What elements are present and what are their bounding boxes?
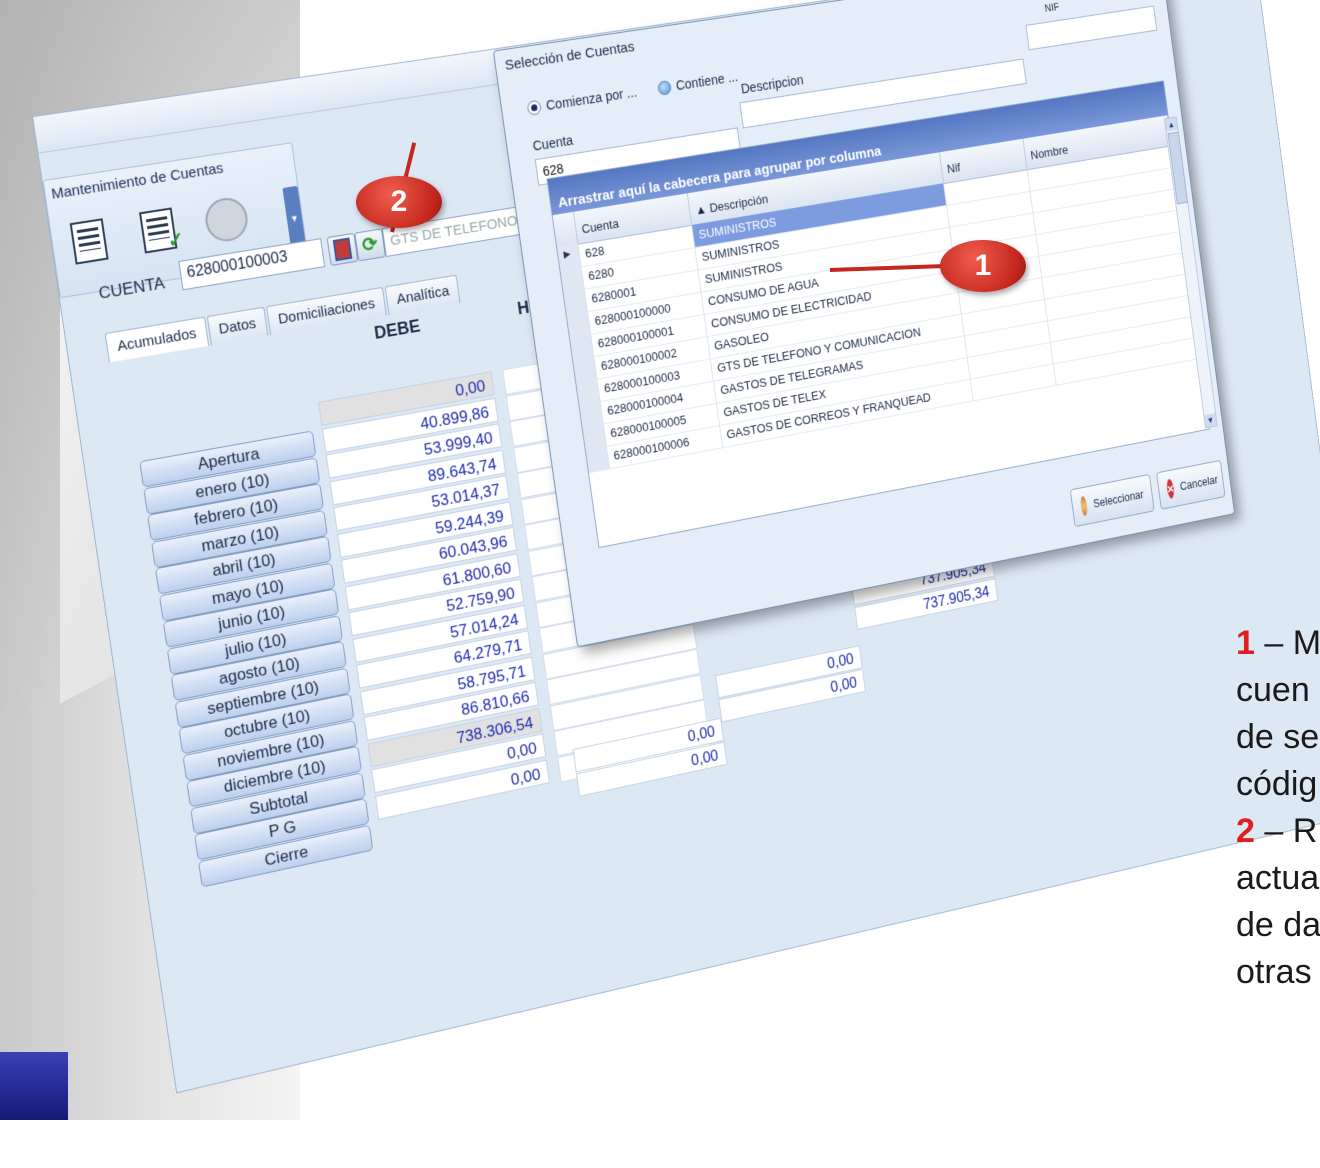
note-line-2: cuen	[1236, 667, 1320, 714]
scroll-up-icon[interactable]: ▲	[1165, 117, 1178, 131]
descripcion-field-label: Descripcion	[740, 72, 804, 96]
hand-icon	[1080, 496, 1089, 517]
checked-document-button[interactable]	[133, 205, 183, 257]
account-book-button[interactable]	[327, 233, 359, 266]
ribbon-title: Mantenimiento de Cuentas	[50, 160, 224, 203]
note-number-2: 2	[1236, 812, 1255, 850]
radio-contiene-label: Contiene ...	[675, 69, 739, 93]
tab-analitica[interactable]: Analítica	[385, 274, 461, 315]
note-line-7: de da	[1236, 902, 1320, 949]
nif-field-label: NIF	[1044, 2, 1060, 15]
note-text-1: – M	[1255, 624, 1320, 662]
note-text-5: – R	[1255, 812, 1317, 850]
debe-header: DEBE	[373, 316, 422, 344]
callout-badge-1: 1	[940, 240, 1026, 292]
document-check-icon	[139, 207, 177, 253]
refresh-icon: ⟳	[361, 234, 379, 256]
radio-comienza-por[interactable]: Comienza por ...	[526, 84, 637, 116]
radio-selected-icon	[526, 99, 541, 115]
note-line-8: otras	[1236, 949, 1320, 996]
user-icon	[203, 195, 251, 244]
refresh-button[interactable]: ⟳	[354, 228, 386, 261]
cancelar-label: Cancelar	[1179, 473, 1218, 493]
row-indicator	[586, 446, 610, 472]
cancelar-button[interactable]: × Cancelar	[1156, 460, 1225, 510]
note-line-4: códig	[1236, 761, 1320, 808]
note-number-1: 1	[1236, 624, 1255, 662]
note-line-6: actua	[1236, 855, 1320, 902]
cuenta-field-label: Cuenta	[532, 132, 574, 153]
tab-domiciliaciones[interactable]: Domiciliaciones	[266, 287, 387, 335]
application-screenshot: Mantenimiento de Cuentas ▾ CUENTA 628000…	[26, 0, 1314, 1168]
document-list-icon	[70, 218, 109, 264]
radio-contiene[interactable]: Contiene ...	[657, 69, 739, 96]
seleccionar-label: Seleccionar	[1093, 488, 1145, 510]
callout-badge-2: 2	[356, 176, 442, 228]
note-line-1: 1 – M	[1236, 620, 1320, 667]
tab-acumulados[interactable]: Acumulados	[105, 317, 209, 363]
radio-comienza-label: Comienza por ...	[545, 84, 638, 113]
scroll-down-icon[interactable]: ▼	[1204, 413, 1217, 427]
header-descripcion-label: Descripción	[709, 192, 769, 215]
search-mode-radios: Comienza por ... Contiene ...	[526, 69, 738, 116]
user-button[interactable]	[202, 194, 252, 245]
explanation-note: 1 – M cuen de se códig 2 – R actua de da…	[1236, 620, 1320, 996]
tab-datos[interactable]: Datos	[206, 307, 268, 346]
cancel-icon: ×	[1166, 478, 1175, 499]
list-document-button[interactable]	[64, 215, 115, 267]
book-icon	[333, 237, 353, 261]
slide-blue-block	[0, 1052, 68, 1120]
seleccionar-button[interactable]: Seleccionar	[1070, 474, 1155, 527]
note-line-5: 2 – R	[1236, 808, 1320, 855]
note-line-3: de se	[1236, 714, 1320, 761]
radio-unselected-icon	[657, 79, 672, 95]
